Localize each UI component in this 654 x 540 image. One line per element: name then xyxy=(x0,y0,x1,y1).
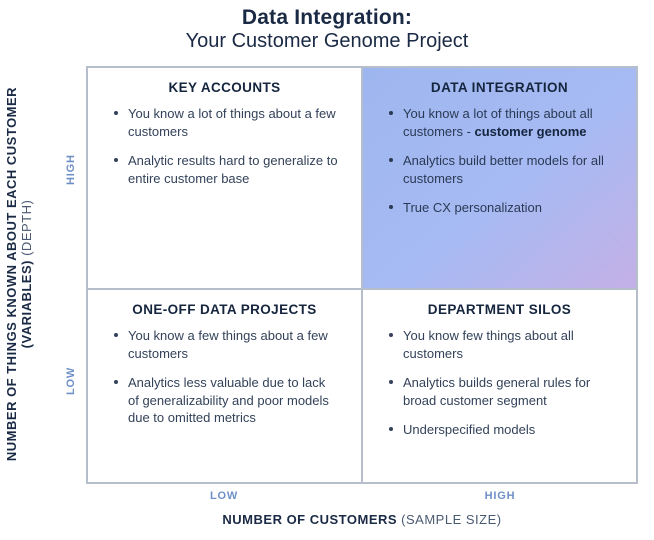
quadrant-bullets: You know a lot of things about all custo… xyxy=(383,105,616,229)
quadrant-bullets: You know a few things about a few custom… xyxy=(108,327,341,439)
quadrant-data-integration: DATA INTEGRATION You know a lot of thing… xyxy=(362,67,637,289)
quadrant-heading: KEY ACCOUNTS xyxy=(108,80,341,95)
matrix-frame: KEY ACCOUNTS You know a lot of things ab… xyxy=(86,66,638,484)
y-axis-tick-low: LOW xyxy=(65,377,77,395)
bullet: Underspecified models xyxy=(389,421,614,439)
quadrant-key-accounts: KEY ACCOUNTS You know a lot of things ab… xyxy=(87,67,362,289)
diagram-title: Data Integration: xyxy=(0,6,654,30)
bullet: Analytics build better models for all cu… xyxy=(389,152,614,187)
quadrant-heading: ONE-OFF DATA PROJECTS xyxy=(108,302,341,317)
x-axis-label-light: (SAMPLE SIZE) xyxy=(397,512,502,527)
diagram-subtitle: Your Customer Genome Project xyxy=(0,30,654,53)
quadrant-one-off-projects: ONE-OFF DATA PROJECTS You know a few thi… xyxy=(87,289,362,483)
y-axis-label-strong: NUMBER OF THINGS KNOWN ABOUT EACH CUSTOM… xyxy=(4,87,34,461)
bullet: You know a lot of things about a few cus… xyxy=(114,105,339,140)
y-axis-label: NUMBER OF THINGS KNOWN ABOUT EACH CUSTOM… xyxy=(4,64,34,484)
quadrant-matrix: KEY ACCOUNTS You know a lot of things ab… xyxy=(86,66,638,484)
x-axis-tick-high: HIGH xyxy=(362,490,638,502)
y-axis-tick-high: HIGH xyxy=(65,167,77,185)
x-axis-label: NUMBER OF CUSTOMERS (SAMPLE SIZE) xyxy=(86,512,638,527)
title-block: Data Integration: Your Customer Genome P… xyxy=(0,0,654,61)
x-axis-label-strong: NUMBER OF CUSTOMERS xyxy=(222,512,397,527)
y-axis-label-light: (DEPTH) xyxy=(19,200,34,260)
bullet: Analytic results hard to generalize to e… xyxy=(114,152,339,187)
x-axis-tick-low: LOW xyxy=(86,490,362,502)
quadrant-bullets: You know a lot of things about a few cus… xyxy=(108,105,341,199)
bullet: Analytics builds general rules for broad… xyxy=(389,374,614,409)
quadrant-bullets: You know few things about all customers … xyxy=(383,327,616,451)
bullet: You know few things about all customers xyxy=(389,327,614,362)
bullet: You know a lot of things about all custo… xyxy=(389,105,614,140)
bullet: Analytics less valuable due to lack of g… xyxy=(114,374,339,427)
quadrant-department-silos: DEPARTMENT SILOS You know few things abo… xyxy=(362,289,637,483)
quadrant-heading: DEPARTMENT SILOS xyxy=(383,302,616,317)
bullet: You know a few things about a few custom… xyxy=(114,327,339,362)
bullet-bold: customer genome xyxy=(475,124,587,139)
bullet: True CX personalization xyxy=(389,199,614,217)
quadrant-heading: DATA INTEGRATION xyxy=(383,80,616,95)
